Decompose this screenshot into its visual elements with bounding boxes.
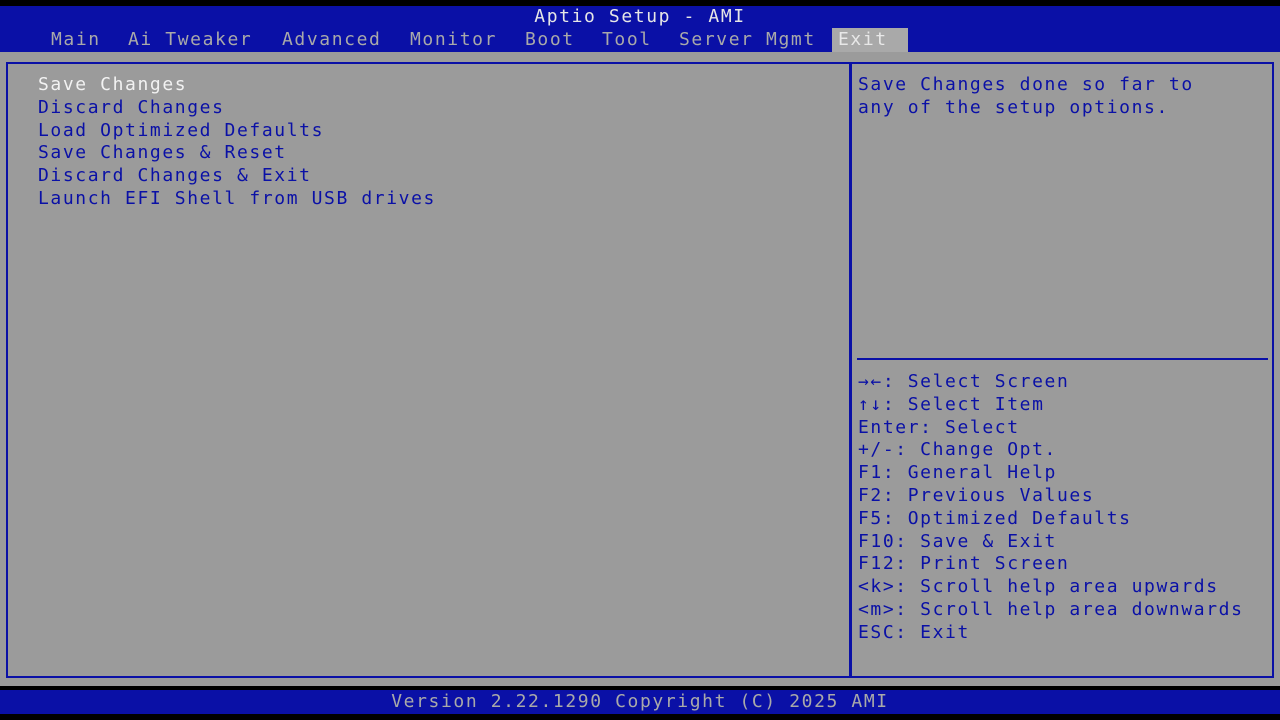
tab-bar: Main Ai Tweaker Advanced Monitor Boot To… bbox=[0, 28, 1280, 52]
tab-boot[interactable]: Boot bbox=[519, 28, 581, 52]
menu-item-save-changes[interactable]: Save Changes bbox=[38, 74, 436, 97]
bios-screen: Aptio Setup - AMI Main Ai Tweaker Advanc… bbox=[0, 0, 1280, 720]
exit-menu-list: Save Changes Discard Changes Load Optimi… bbox=[38, 74, 436, 211]
tab-tool[interactable]: Tool bbox=[596, 28, 658, 52]
menu-item-discard-changes[interactable]: Discard Changes bbox=[38, 97, 436, 120]
footer-bar: Version 2.22.1290 Copyright (C) 2025 AMI bbox=[0, 690, 1280, 714]
tab-monitor[interactable]: Monitor bbox=[404, 28, 503, 52]
key-enter-select: Enter: Select bbox=[858, 416, 1020, 438]
key-previous-values: F2: Previous Values bbox=[858, 484, 1095, 506]
key-general-help: F1: General Help bbox=[858, 462, 1057, 484]
tab-main[interactable]: Main bbox=[45, 28, 107, 52]
key-print-screen: F12: Print Screen bbox=[858, 553, 1070, 575]
tab-server-mgmt[interactable]: Server Mgmt bbox=[673, 28, 822, 52]
key-change-opt: +/-: Change Opt. bbox=[858, 439, 1057, 461]
header-bar: Aptio Setup - AMI Main Ai Tweaker Advanc… bbox=[0, 6, 1280, 52]
key-legend: →←: Select Screen ↑↓: Select Item Enter:… bbox=[858, 371, 1244, 645]
key-save-exit: F10: Save & Exit bbox=[858, 530, 1057, 552]
tab-advanced[interactable]: Advanced bbox=[276, 28, 388, 52]
menu-item-save-changes-reset[interactable]: Save Changes & Reset bbox=[38, 142, 436, 165]
menu-item-load-optimized-defaults[interactable]: Load Optimized Defaults bbox=[38, 120, 436, 143]
app-title: Aptio Setup - AMI bbox=[534, 6, 746, 27]
key-select-screen: →←: Select Screen bbox=[858, 371, 1070, 392]
help-description: Save Changes done so far to any of the s… bbox=[858, 74, 1194, 118]
key-optimized-defaults: F5: Optimized Defaults bbox=[858, 507, 1132, 529]
key-scroll-up: <k>: Scroll help area upwards bbox=[858, 576, 1219, 598]
version-text: Version 2.22.1290 Copyright (C) 2025 AMI bbox=[391, 691, 889, 712]
menu-item-discard-changes-exit[interactable]: Discard Changes & Exit bbox=[38, 165, 436, 188]
key-select-item: ↑↓: Select Item bbox=[858, 393, 1045, 415]
tab-ai-tweaker[interactable]: Ai Tweaker bbox=[122, 28, 258, 52]
help-separator bbox=[857, 358, 1268, 360]
key-scroll-down: <m>: Scroll help area downwards bbox=[858, 598, 1244, 620]
menu-item-launch-efi-shell[interactable]: Launch EFI Shell from USB drives bbox=[38, 188, 436, 211]
key-esc-exit: ESC: Exit bbox=[858, 621, 970, 643]
tab-exit[interactable]: Exit bbox=[832, 28, 908, 52]
